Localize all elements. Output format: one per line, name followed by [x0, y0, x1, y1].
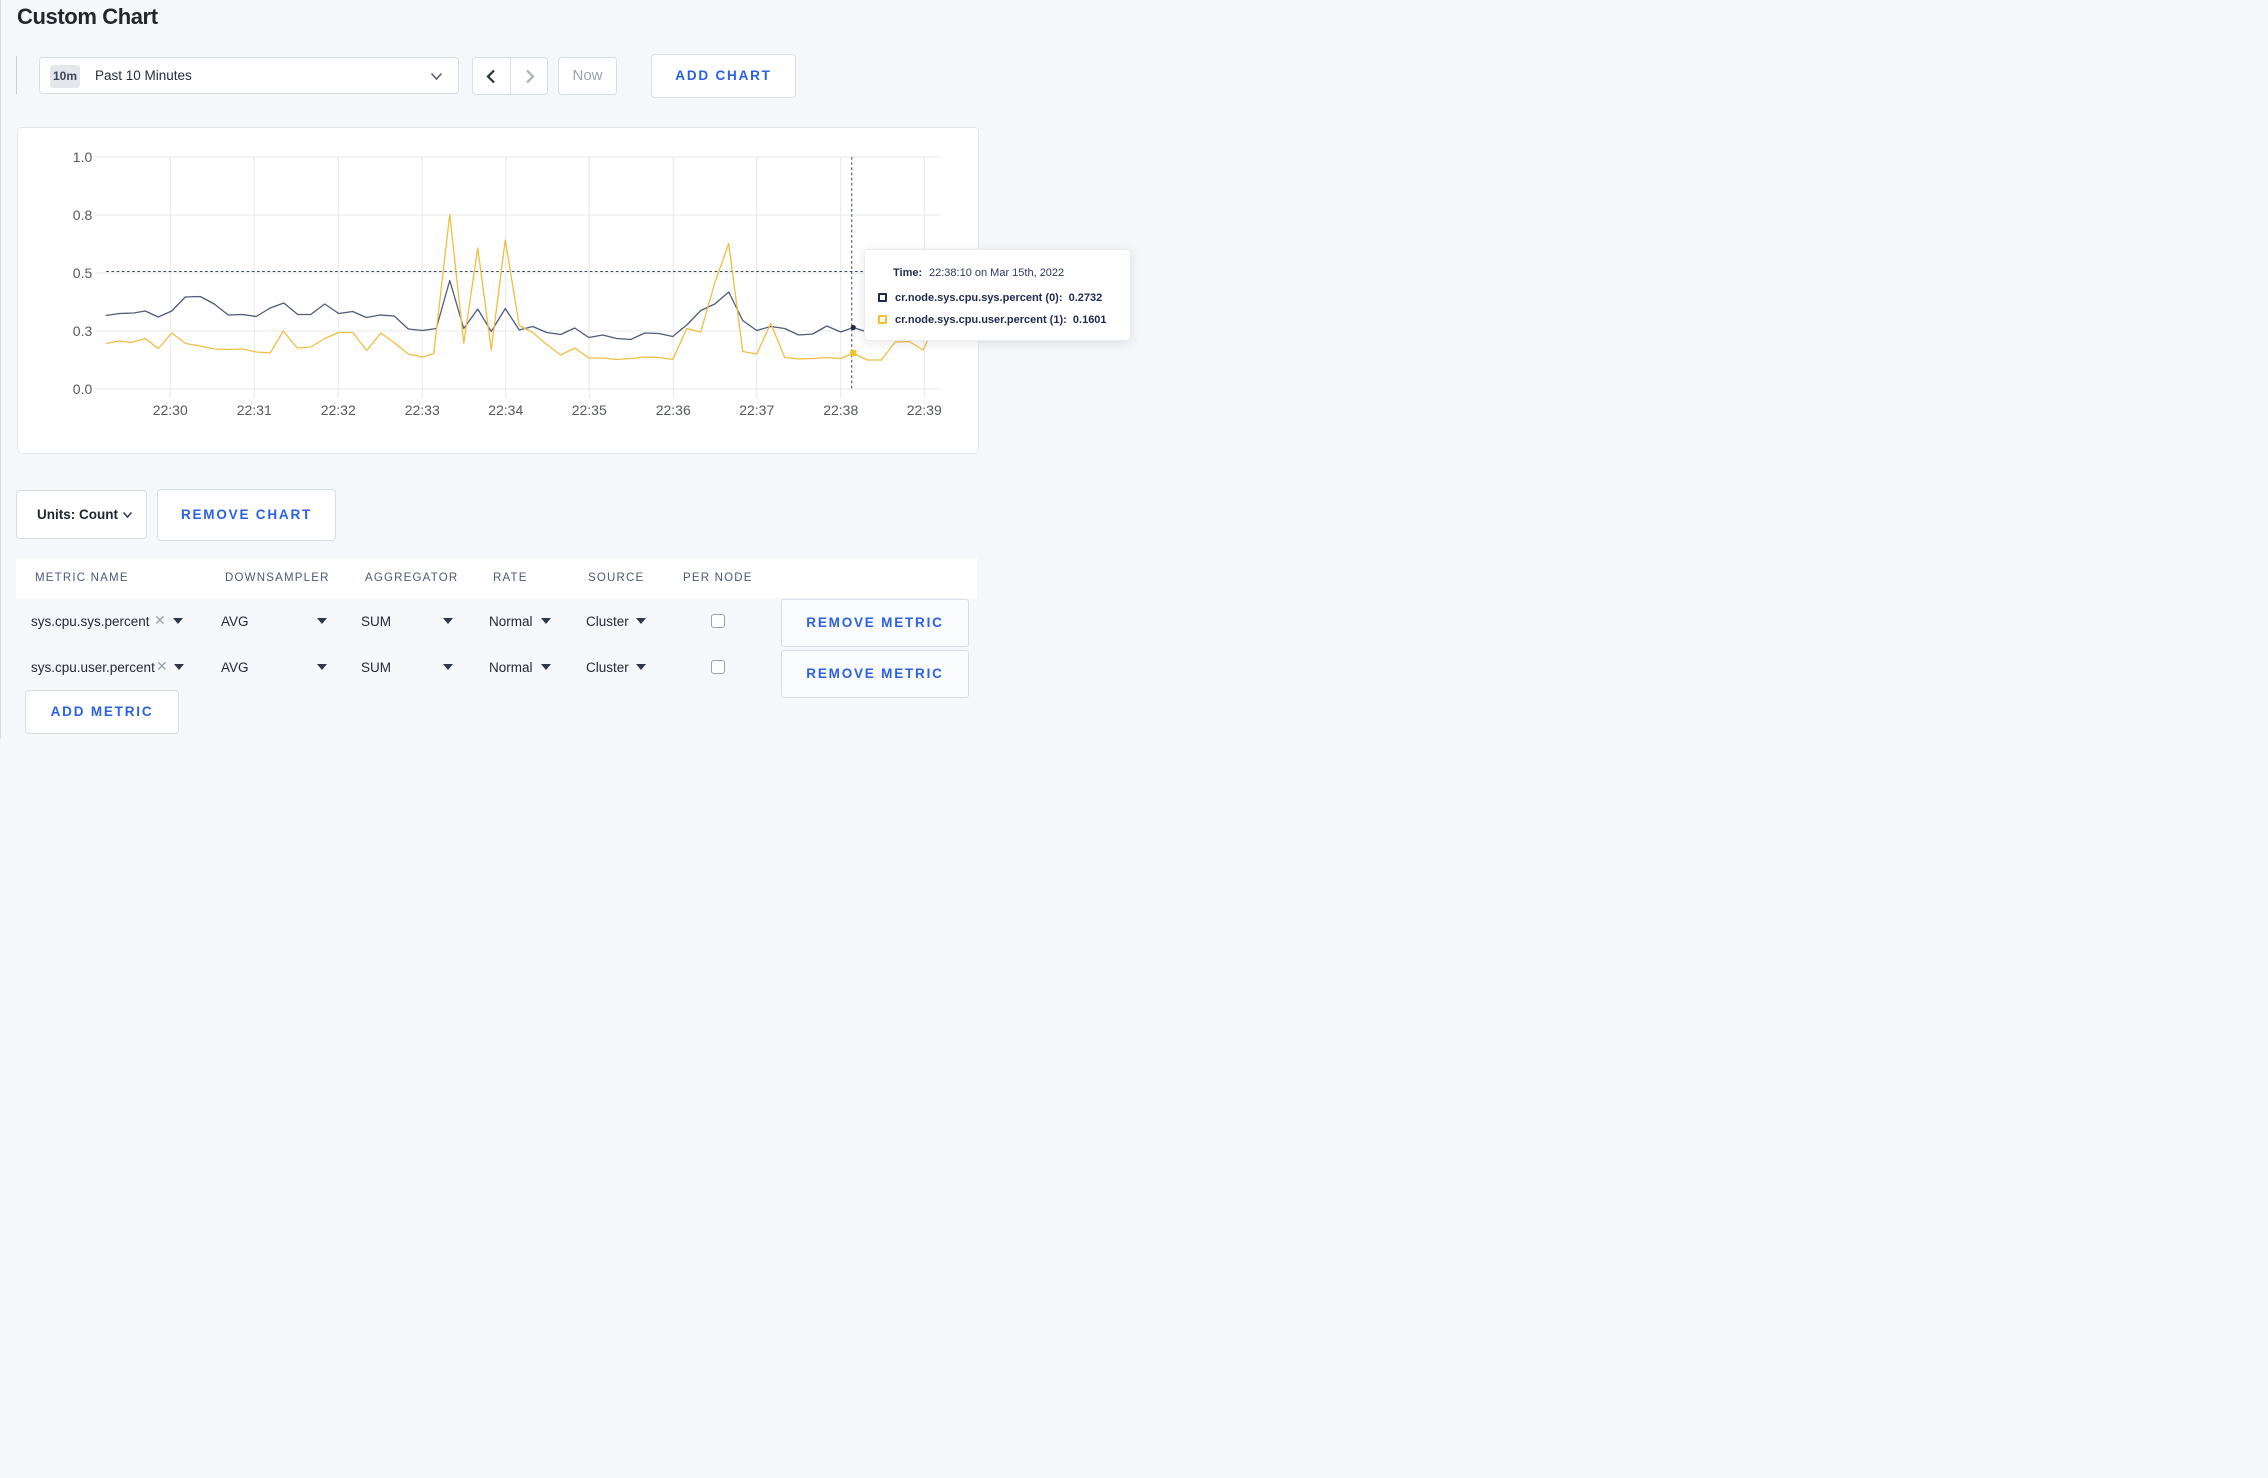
svg-text:22:35: 22:35 — [572, 402, 607, 418]
svg-text:22:32: 22:32 — [321, 402, 356, 418]
svg-text:22:33: 22:33 — [405, 402, 440, 418]
svg-text:22:30: 22:30 — [153, 402, 188, 418]
svg-text:0.8: 0.8 — [73, 207, 93, 223]
svg-text:0.0: 0.0 — [73, 381, 93, 397]
svg-text:22:36: 22:36 — [656, 402, 691, 418]
svg-text:22:39: 22:39 — [907, 402, 942, 418]
svg-text:0.5: 0.5 — [73, 265, 93, 281]
svg-text:1.0: 1.0 — [73, 149, 93, 165]
svg-text:0.3: 0.3 — [73, 323, 93, 339]
svg-text:22:37: 22:37 — [739, 402, 774, 418]
svg-text:22:31: 22:31 — [237, 402, 272, 418]
svg-text:22:38: 22:38 — [823, 402, 858, 418]
svg-text:22:34: 22:34 — [488, 402, 523, 418]
